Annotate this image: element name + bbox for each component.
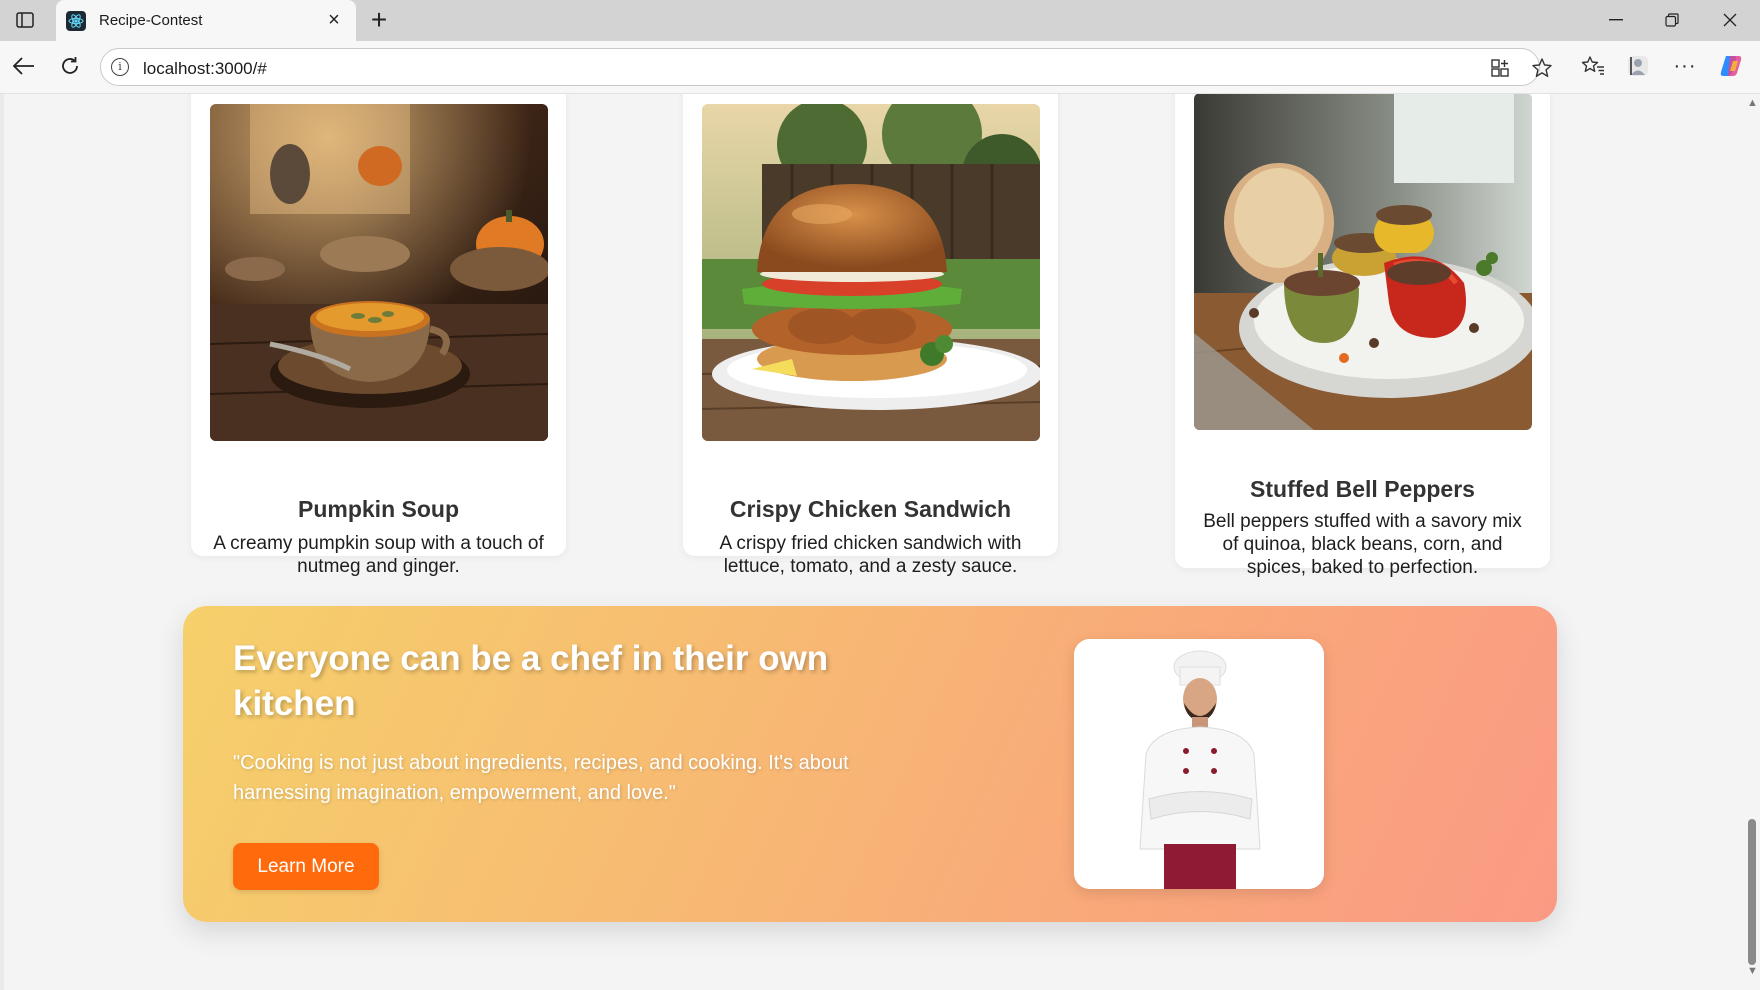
window-edge xyxy=(0,94,4,990)
recipe-title: Crispy Chicken Sandwich xyxy=(729,496,1012,522)
close-tab-icon[interactable]: × xyxy=(324,10,344,30)
scroll-up-arrow-icon[interactable]: ▲ xyxy=(1747,98,1758,109)
recipe-description: A creamy pumpkin soup with a touch of nu… xyxy=(213,533,544,577)
scroll-down-arrow-icon[interactable]: ▼ xyxy=(1747,966,1758,977)
recipe-image-crispy-chicken-sandwich xyxy=(702,104,1040,441)
recipe-description: Bell peppers stuffed with a savory mix o… xyxy=(1203,511,1522,578)
close-window-icon[interactable] xyxy=(1710,8,1750,32)
app-available-icon[interactable] xyxy=(1489,57,1511,79)
banner-title: Everyone can be a chef in their own kitc… xyxy=(233,639,829,723)
scrollbar-thumb[interactable] xyxy=(1748,819,1756,965)
minimize-icon[interactable] xyxy=(1596,8,1636,32)
recipe-image-pumpkin-soup xyxy=(210,104,548,441)
recipe-card-stuffed-bell-peppers[interactable]: Stuffed Bell Peppers Bell peppers stuffe… xyxy=(1175,94,1550,578)
restore-icon[interactable] xyxy=(1652,8,1692,32)
sidebar-toggle-icon[interactable] xyxy=(14,9,36,31)
back-arrow-icon[interactable] xyxy=(11,53,37,79)
url-bar[interactable]: i localhost:3000/# xyxy=(100,48,1552,86)
recipe-card-pumpkin-soup[interactable]: Pumpkin Soup A creamy pumpkin soup with … xyxy=(191,94,566,577)
page-scrollbar[interactable]: ▲ ▼ xyxy=(1744,94,1760,990)
page-viewport: Pumpkin Soup A creamy pumpkin soup with … xyxy=(0,94,1760,990)
recipe-image-stuffed-bell-peppers xyxy=(1194,94,1532,430)
chef-image xyxy=(1074,639,1324,889)
new-tab-icon[interactable]: + xyxy=(364,6,394,34)
profile-avatar-icon[interactable] xyxy=(1625,53,1651,79)
banner-quote: "Cooking is not just about ingredients, … xyxy=(233,752,849,804)
tab-strip: Recipe-Contest × + xyxy=(0,0,1760,41)
address-toolbar: i localhost:3000/# ··· xyxy=(0,41,1760,94)
more-menu-icon[interactable]: ··· xyxy=(1672,53,1698,79)
recipe-card-crispy-chicken-sandwich[interactable]: Crispy Chicken Sandwich A crispy fried c… xyxy=(683,94,1058,577)
browser-tab[interactable]: Recipe-Contest × xyxy=(56,0,356,41)
react-logo-icon xyxy=(66,10,86,31)
url-text: localhost:3000/# xyxy=(143,59,267,78)
favorites-icon[interactable] xyxy=(1580,53,1606,79)
favorite-star-icon[interactable] xyxy=(1531,57,1553,79)
recipe-description: A crispy fried chicken sandwich with let… xyxy=(719,533,1022,577)
chef-banner: Everyone can be a chef in their own kitc… xyxy=(183,606,1557,922)
recipe-title: Stuffed Bell Peppers xyxy=(1250,476,1475,502)
copilot-icon[interactable] xyxy=(1718,53,1744,79)
learn-more-button[interactable]: Learn More xyxy=(233,843,379,890)
recipe-title: Pumpkin Soup xyxy=(298,496,459,522)
tab-title: Recipe-Contest xyxy=(99,12,203,29)
reload-icon[interactable] xyxy=(57,53,83,79)
site-info-icon[interactable]: i xyxy=(111,58,129,76)
